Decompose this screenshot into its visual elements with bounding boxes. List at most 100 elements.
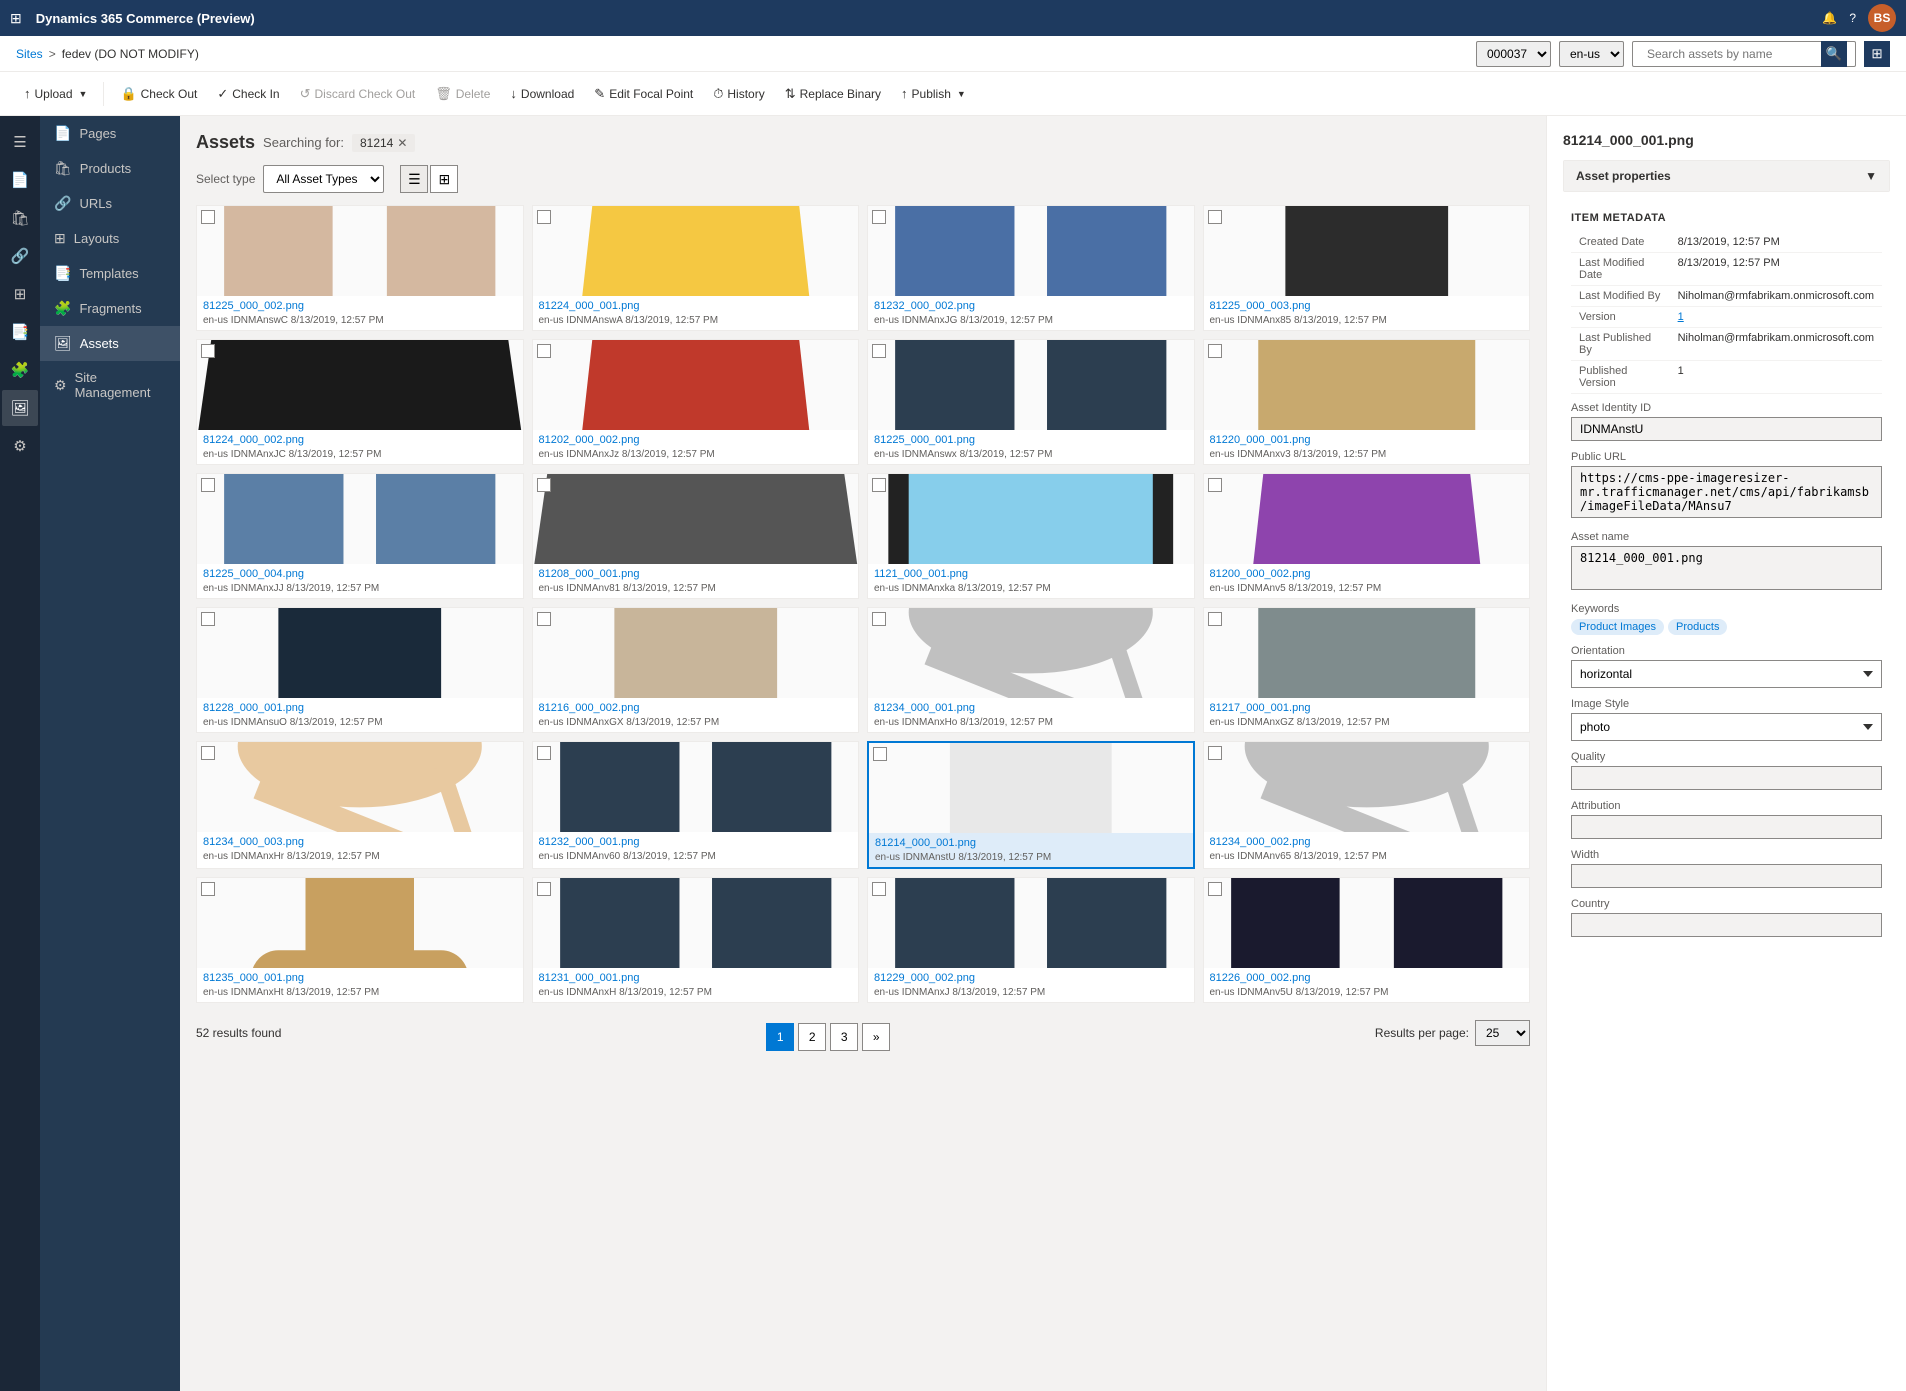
image-card[interactable]: 81208_000_001.png en-us IDNMAnv81 8/13/2… xyxy=(532,473,860,599)
image-checkbox[interactable] xyxy=(201,478,215,492)
image-checkbox[interactable] xyxy=(872,478,886,492)
focal-button[interactable]: ✎ Edit Focal Point xyxy=(586,82,701,106)
store-select[interactable]: 000037 xyxy=(1476,41,1551,67)
image-checkbox[interactable] xyxy=(537,344,551,358)
image-checkbox[interactable] xyxy=(1208,478,1222,492)
orientation-select[interactable]: horizontal vertical xyxy=(1571,660,1882,688)
sidebar-fragments-icon[interactable]: 🧩 xyxy=(2,352,38,388)
nav-assets[interactable]: 🖼 Assets xyxy=(40,326,180,361)
replace-button[interactable]: ⇅ Replace Binary xyxy=(777,82,889,106)
help-icon[interactable]: ? xyxy=(1849,11,1856,25)
search-button[interactable]: 🔍 xyxy=(1821,41,1847,67)
image-card[interactable]: 81202_000_002.png en-us IDNMAnxJz 8/13/2… xyxy=(532,339,860,465)
page-3-button[interactable]: 3 xyxy=(830,1023,858,1051)
keyword-tag[interactable]: Product Images xyxy=(1571,619,1664,635)
asset-name-input[interactable]: 81214_000_001.png xyxy=(1571,546,1882,590)
avatar[interactable]: BS xyxy=(1868,4,1896,32)
nav-site-management[interactable]: ⚙ Site Management xyxy=(40,361,180,409)
asset-identity-input[interactable] xyxy=(1571,417,1882,441)
delete-button[interactable]: 🗑 Delete xyxy=(427,82,498,106)
image-checkbox[interactable] xyxy=(1208,882,1222,896)
sidebar-products-icon[interactable]: 🛍 xyxy=(2,200,38,236)
image-checkbox[interactable] xyxy=(1208,210,1222,224)
image-card[interactable]: 81225_000_002.png en-us IDNMAnswC 8/13/2… xyxy=(196,205,524,331)
image-card[interactable]: 81232_000_002.png en-us IDNMAnxJG 8/13/2… xyxy=(867,205,1195,331)
image-checkbox[interactable] xyxy=(537,210,551,224)
image-checkbox[interactable] xyxy=(201,882,215,896)
image-card[interactable]: 1121_000_001.png en-us IDNMAnxka 8/13/20… xyxy=(867,473,1195,599)
image-checkbox[interactable] xyxy=(872,344,886,358)
image-checkbox[interactable] xyxy=(1208,344,1222,358)
upload-button[interactable]: ↑ Upload ▼ xyxy=(16,82,95,105)
keyword-tag[interactable]: Products xyxy=(1668,619,1727,635)
image-card[interactable]: 81225_000_001.png en-us IDNMAnswx 8/13/2… xyxy=(867,339,1195,465)
image-card[interactable]: 81217_000_001.png en-us IDNMAnxGZ 8/13/2… xyxy=(1203,607,1531,733)
image-checkbox[interactable] xyxy=(201,344,215,358)
image-card[interactable]: 81234_000_002.png en-us IDNMAnv65 8/13/2… xyxy=(1203,741,1531,869)
sidebar-pages-icon[interactable]: 📄 xyxy=(2,162,38,198)
image-checkbox[interactable] xyxy=(872,882,886,896)
asset-properties-header[interactable]: Asset properties ▼ xyxy=(1564,161,1889,191)
image-checkbox[interactable] xyxy=(201,612,215,626)
sites-link[interactable]: Sites xyxy=(16,47,43,61)
image-checkbox[interactable] xyxy=(537,746,551,760)
discard-button[interactable]: ↺ Discard Check Out xyxy=(292,82,424,106)
image-checkbox[interactable] xyxy=(872,210,886,224)
nav-fragments[interactable]: 🧩 Fragments xyxy=(40,291,180,326)
filter-button[interactable]: ⊞ xyxy=(1864,41,1890,67)
page-2-button[interactable]: 2 xyxy=(798,1023,826,1051)
download-button[interactable]: ↓ Download xyxy=(502,82,582,105)
notification-icon[interactable]: 🔔 xyxy=(1822,11,1837,25)
image-checkbox[interactable] xyxy=(201,210,215,224)
sidebar-assets-icon[interactable]: 🖼 xyxy=(2,390,38,426)
image-card[interactable]: 81216_000_002.png en-us IDNMAnxGX 8/13/2… xyxy=(532,607,860,733)
sidebar-layouts-icon[interactable]: ⊞ xyxy=(2,276,38,312)
image-checkbox[interactable] xyxy=(537,612,551,626)
image-checkbox[interactable] xyxy=(201,746,215,760)
page-1-button[interactable]: 1 xyxy=(766,1023,794,1051)
attribution-input[interactable] xyxy=(1571,815,1882,839)
nav-pages[interactable]: 📄 Pages xyxy=(40,116,180,151)
image-checkbox[interactable] xyxy=(872,612,886,626)
image-card[interactable]: 81220_000_001.png en-us IDNMAnxv3 8/13/2… xyxy=(1203,339,1531,465)
image-checkbox[interactable] xyxy=(873,747,887,761)
image-card[interactable]: 81224_000_001.png en-us IDNMAnswA 8/13/2… xyxy=(532,205,860,331)
width-input[interactable]: 580 xyxy=(1571,864,1882,888)
image-style-select[interactable]: photo illustration xyxy=(1571,713,1882,741)
image-card[interactable]: 81225_000_004.png en-us IDNMAnxJJ 8/13/2… xyxy=(196,473,524,599)
image-card[interactable]: 81228_000_001.png en-us IDNMAnsuO 8/13/2… xyxy=(196,607,524,733)
image-card[interactable]: 81225_000_003.png en-us IDNMAnx85 8/13/2… xyxy=(1203,205,1531,331)
page-next-button[interactable]: » xyxy=(862,1023,890,1051)
per-page-select[interactable]: 25 50 100 xyxy=(1475,1020,1530,1046)
image-card[interactable]: 81226_000_002.png en-us IDNMAnv5U 8/13/2… xyxy=(1203,877,1531,1003)
image-card[interactable]: 81231_000_001.png en-us IDNMAnxH 8/13/20… xyxy=(532,877,860,1003)
image-card[interactable]: 81235_000_001.png en-us IDNMAnxHt 8/13/2… xyxy=(196,877,524,1003)
image-card[interactable]: 81232_000_001.png en-us IDNMAnv60 8/13/2… xyxy=(532,741,860,869)
image-card[interactable]: 81229_000_002.png en-us IDNMAnxJ 8/13/20… xyxy=(867,877,1195,1003)
sidebar-urls-icon[interactable]: 🔗 xyxy=(2,238,38,274)
history-button[interactable]: ⏱ History xyxy=(705,82,772,106)
quality-input[interactable]: 100 xyxy=(1571,766,1882,790)
grid-view-button[interactable]: ⊞ xyxy=(430,165,458,193)
sidebar-settings-icon[interactable]: ⚙ xyxy=(2,428,38,464)
image-checkbox[interactable] xyxy=(537,478,551,492)
locale-select[interactable]: en-us xyxy=(1559,41,1624,67)
clear-search-button[interactable]: ✕ xyxy=(397,136,407,150)
meta-link[interactable]: 1 xyxy=(1678,311,1684,323)
image-card[interactable]: 81224_000_002.png en-us IDNMAnxJC 8/13/2… xyxy=(196,339,524,465)
nav-products[interactable]: 🛍 Products xyxy=(40,151,180,186)
list-view-button[interactable]: ☰ xyxy=(400,165,428,193)
image-card[interactable]: 81234_000_001.png en-us IDNMAnxHo 8/13/2… xyxy=(867,607,1195,733)
checkout-button[interactable]: 🔒 Check Out xyxy=(112,82,205,106)
image-checkbox[interactable] xyxy=(1208,612,1222,626)
search-input[interactable] xyxy=(1641,42,1821,66)
checkin-button[interactable]: ✓ Check In xyxy=(209,82,287,106)
image-card[interactable]: 81214_000_001.png en-us IDNMAnstU 8/13/2… xyxy=(867,741,1195,869)
nav-layouts[interactable]: ⊞ Layouts xyxy=(40,221,180,256)
image-checkbox[interactable] xyxy=(537,882,551,896)
country-input[interactable] xyxy=(1571,913,1882,937)
nav-templates[interactable]: 📑 Templates xyxy=(40,256,180,291)
publish-button[interactable]: ↑ Publish ▼ xyxy=(893,82,974,105)
image-card[interactable]: 81200_000_002.png en-us IDNMAnv5 8/13/20… xyxy=(1203,473,1531,599)
image-checkbox[interactable] xyxy=(1208,746,1222,760)
